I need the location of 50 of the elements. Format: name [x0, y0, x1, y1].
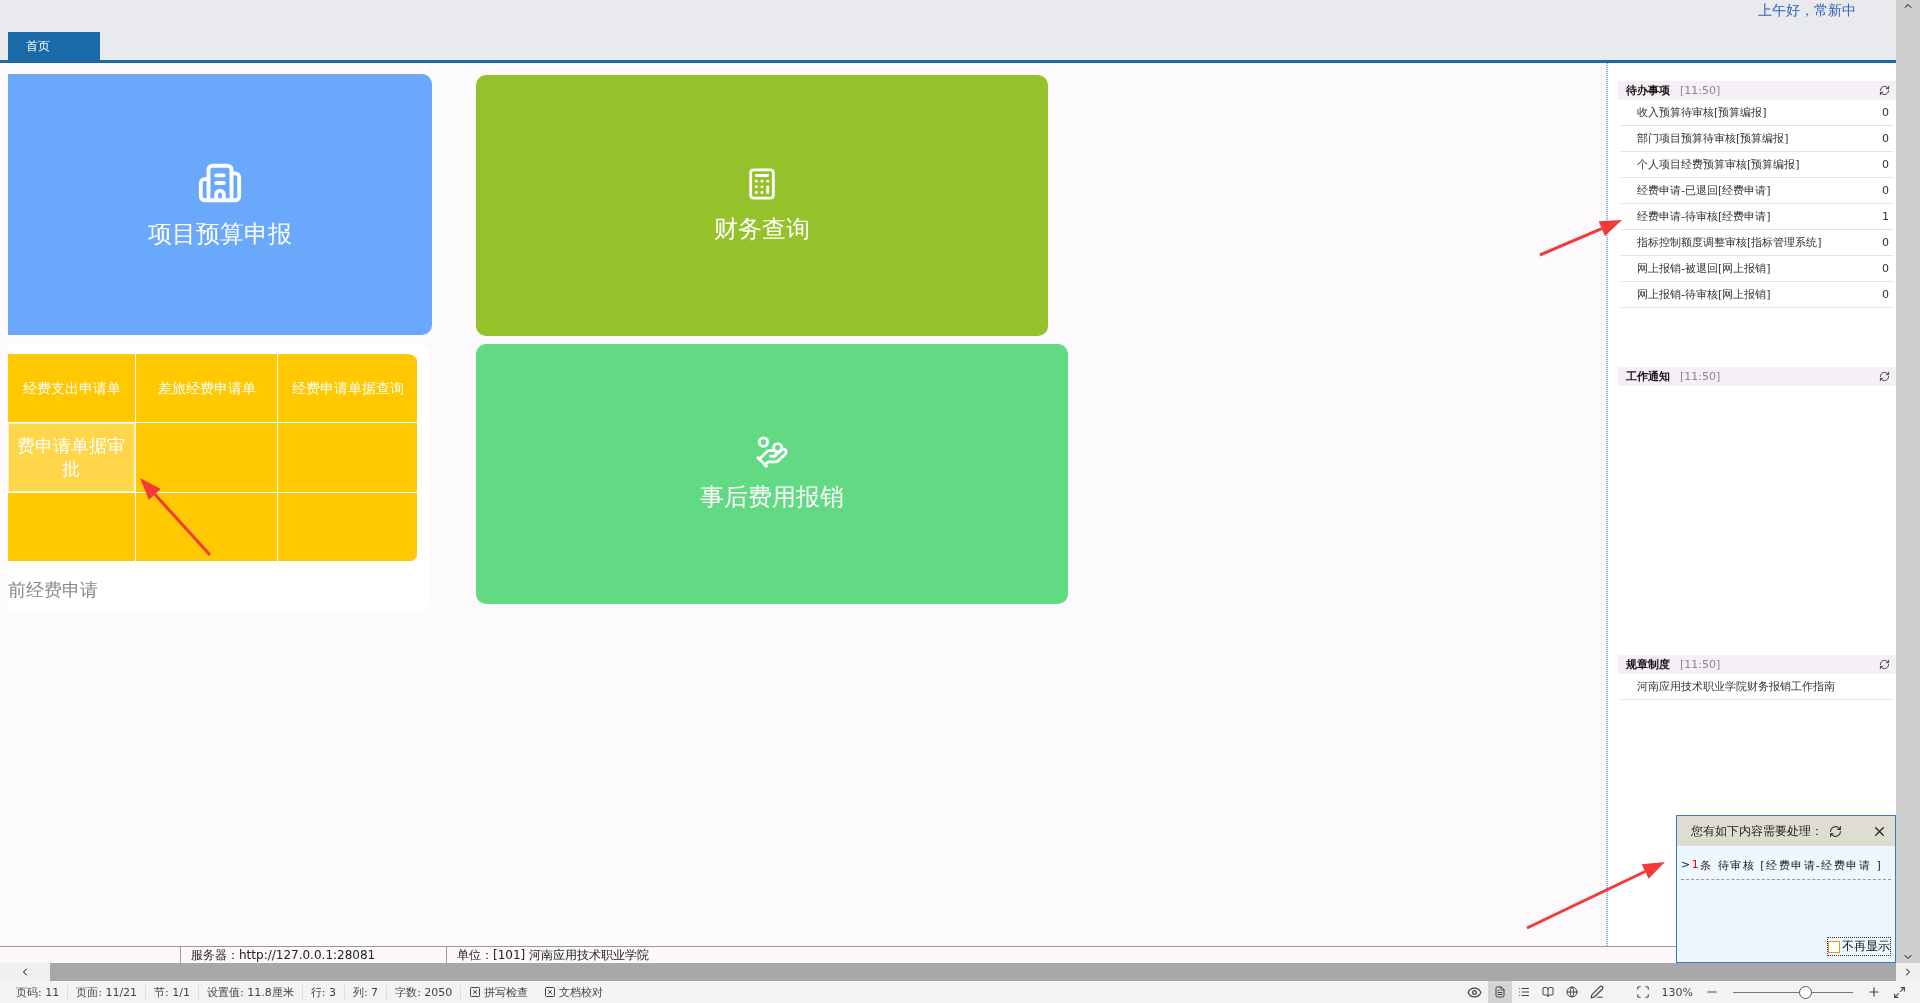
page-view-icon — [1493, 985, 1506, 999]
status-item: 列: 7 — [344, 984, 388, 1000]
status-item: 字数: 2050 — [387, 984, 462, 1000]
section-title: 待办事项 — [1626, 83, 1670, 98]
todo-item[interactable]: 网上报销-待审核[网上报销] 0 — [1621, 282, 1893, 308]
refresh-icon[interactable] — [1879, 85, 1890, 96]
view-button[interactable] — [1487, 981, 1512, 1003]
home-tab[interactable]: 首页 — [8, 32, 100, 60]
status-item: 页面: 11/21 — [68, 984, 147, 1000]
outline-view-icon — [1517, 985, 1530, 999]
update-time: [11:50] — [1680, 658, 1722, 671]
tile-title: 项目预算申报 — [148, 218, 292, 250]
status-item: 设置值: 11.8厘米 — [199, 984, 303, 1000]
slider-thumb[interactable] — [1799, 985, 1812, 999]
pending-message[interactable]: >1条 待审核 [经费申请-经费申请 ] — [1681, 858, 1891, 880]
status-item: 页码: 11 — [8, 984, 69, 1000]
tile-title: 财务查询 — [714, 213, 810, 245]
web-view-icon — [1565, 985, 1578, 999]
todo-item[interactable]: 部门项目预算待审核[预算编报] 0 — [1621, 126, 1893, 152]
todo-item[interactable]: 收入预算待审核[预算编报] 0 — [1621, 100, 1893, 126]
shortcut-cell[interactable] — [278, 423, 418, 493]
x-box-icon — [469, 986, 482, 998]
status-item: 节: 1/1 — [146, 984, 199, 1000]
zoom-level[interactable]: 130% — [1655, 985, 1699, 999]
todo-item[interactable]: 网上报销-被退回[网上报销] 0 — [1621, 256, 1893, 282]
todo-item[interactable]: 指标控制额度调整审核[指标管理系统] 0 — [1621, 230, 1893, 256]
refresh-icon[interactable] — [1879, 371, 1890, 382]
x-box-icon — [544, 986, 557, 998]
status-button[interactable]: 拼写检查 — [461, 984, 537, 1000]
todo-item[interactable]: 河南应用技术职业学院财务报销工作指南 — [1621, 674, 1893, 700]
update-time: [11:50] — [1680, 370, 1722, 383]
todo-item[interactable]: 经费申请-已退回[经费申请] 0 — [1621, 178, 1893, 204]
refresh-icon[interactable] — [1879, 659, 1890, 670]
read-view-icon — [1541, 985, 1554, 999]
money-hand-icon — [755, 435, 789, 469]
group-label: 前经费申请 — [8, 578, 99, 602]
refresh-icon[interactable] — [1829, 824, 1842, 838]
shortcut-cell[interactable] — [8, 492, 136, 562]
status-button[interactable]: 文档校对 — [536, 984, 612, 1000]
dont-show-checkbox[interactable]: 不再显示 — [1827, 937, 1891, 956]
section-title: 工作通知 — [1626, 369, 1670, 384]
popup-title: 您有如下内容需要处理： — [1691, 822, 1823, 840]
todo-item[interactable]: 经费申请-待审核[经费申请] 1 — [1621, 204, 1893, 230]
greeting-text: 上午好，常新中 — [1758, 2, 1856, 20]
section-title: 规章制度 — [1626, 657, 1670, 672]
tile-title: 事后费用报销 — [700, 482, 844, 513]
update-time: [11:50] — [1680, 84, 1722, 97]
status-item: 行: 3 — [302, 984, 345, 1000]
todo-item[interactable]: 个人项目经费预算审核[预算编报] 0 — [1621, 152, 1893, 178]
shortcut-cell[interactable] — [278, 492, 418, 562]
